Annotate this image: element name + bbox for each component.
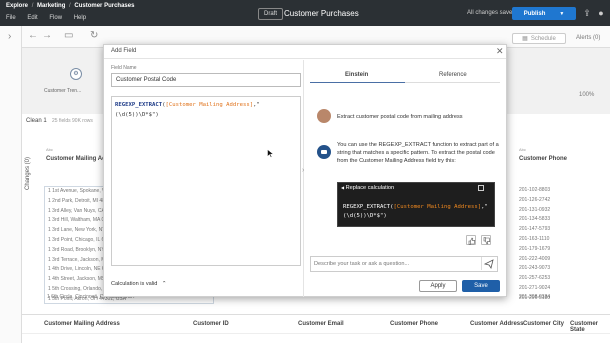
mouse-cursor-icon (267, 149, 274, 158)
menu-bar: File Edit Flow Help (6, 15, 96, 21)
user-avatar-icon[interactable]: ● (596, 8, 606, 18)
collapse-panel-icon[interactable]: › (302, 167, 304, 174)
list-item[interactable]: 201-131-0932 (517, 206, 567, 216)
breadcrumb-marketing[interactable]: Marketing (37, 3, 65, 9)
flow-pane-icon[interactable]: ▭ (64, 30, 73, 41)
user-avatar (317, 109, 331, 123)
grid-column-header[interactable]: Customer Address (470, 321, 523, 327)
column-type-hint: Abc (519, 147, 526, 152)
breadcrumb-current[interactable]: Customer Purchases (74, 3, 134, 9)
list-item[interactable]: 201-243-9073 (517, 264, 567, 274)
share-icon[interactable]: ⇪ (582, 8, 592, 18)
profile-column-header-phone[interactable]: Customer Phone (519, 156, 567, 162)
breadcrumb-separator: / (69, 3, 71, 9)
list-item[interactable]: 201-271-9024 (517, 284, 567, 294)
menu-file[interactable]: File (6, 15, 16, 21)
chevron-down-icon[interactable]: ▼ (559, 11, 564, 17)
left-rail (0, 26, 22, 343)
einstein-bot-icon (317, 145, 331, 159)
assistant-message: You can use the REGEXP_EXTRACT function … (337, 142, 499, 164)
suggested-formula[interactable]: REGEXP_EXTRACT([Customer Mailing Address… (343, 203, 493, 221)
save-status: All changes saved (467, 10, 516, 16)
formula-field-reference: [Customer Mailing Address] (165, 102, 254, 108)
save-button[interactable]: Save (462, 280, 500, 292)
dialog-title: Add Field (111, 48, 137, 54)
replace-calculation-label: Replace calculation (345, 185, 395, 191)
field-name-input[interactable]: Customer Postal Code (111, 73, 301, 87)
grid-column-header[interactable]: Customer State (570, 321, 610, 333)
list-item[interactable]: 201-126-2742 (517, 196, 567, 206)
schedule-button[interactable]: ▦ Schedule (512, 33, 566, 44)
list-item[interactable]: 201-134-5833 (517, 215, 567, 225)
play-icon: ◀ (341, 185, 345, 190)
formula-function: REGEXP_EXTRACT (115, 102, 163, 108)
grid-column-header[interactable]: Customer Phone (390, 321, 438, 327)
send-icon[interactable] (481, 257, 495, 270)
menu-flow[interactable]: Flow (49, 15, 62, 21)
list-item[interactable]: 201-308-0334 (519, 294, 550, 300)
zoom-level[interactable]: 100% (579, 92, 594, 98)
column-type-hint: Abc (46, 147, 53, 152)
back-arrow-icon[interactable]: ← (28, 30, 38, 41)
breadcrumb-explore[interactable]: Explore (6, 3, 28, 9)
grid-column-header[interactable]: Customer Mailing Address (44, 321, 120, 327)
dialog-divider (104, 58, 506, 59)
grid-column-header[interactable]: Customer City (523, 321, 564, 327)
grid-column-header[interactable]: Customer ID (193, 321, 229, 327)
suggested-field-reference: [Customer Mailing Address] (393, 204, 482, 210)
validation-label: Calculation is valid (111, 281, 158, 287)
input-node-label: Customer Tren... (44, 88, 82, 94)
list-item[interactable]: 201-147-5793 (517, 225, 567, 235)
publish-button[interactable]: Publish ▼ (512, 7, 576, 20)
copy-icon[interactable] (478, 185, 484, 191)
chevron-up-icon[interactable]: ⌃ (162, 281, 167, 287)
input-node-icon[interactable]: ⚙ (70, 68, 82, 80)
close-icon[interactable]: ✕ (496, 46, 504, 56)
field-name-label: Field Name (111, 65, 137, 71)
list-item[interactable]: 201-222-4009 (517, 255, 567, 265)
panel-divider (303, 60, 304, 297)
menu-edit[interactable]: Edit (27, 15, 37, 21)
apply-button[interactable]: Apply (419, 280, 457, 292)
phone-value-list[interactable]: 201-102-8803 201-126-2742 201-131-0932 2… (517, 186, 567, 304)
prompt-placeholder: Describe your task or ask a question... (314, 261, 410, 267)
refresh-icon[interactable]: ↻ (90, 30, 98, 41)
calculation-editor[interactable] (111, 96, 301, 266)
publish-label: Publish (523, 10, 546, 17)
list-item[interactable]: 201-257-6253 (517, 274, 567, 284)
breadcrumb-separator: / (31, 3, 34, 9)
forward-arrow-icon[interactable]: → (42, 30, 52, 41)
collapse-icon[interactable]: › (8, 31, 11, 42)
thumbs-up-icon[interactable] (466, 235, 476, 245)
menu-help[interactable]: Help (74, 15, 86, 21)
thumbs-down-icon[interactable] (481, 235, 491, 245)
user-message: Extract customer postal code from mailin… (337, 114, 463, 120)
calendar-icon: ▦ (522, 36, 528, 42)
suggested-function: REGEXP_EXTRACT( (343, 204, 394, 210)
draft-badge: Draft (258, 8, 284, 20)
list-item[interactable]: 201-102-8803 (517, 186, 567, 196)
active-tab-indicator (310, 82, 405, 83)
replace-calculation-button[interactable]: ◀ Replace calculation (341, 185, 394, 191)
breadcrumb: Explore / Marketing / Customer Purchases (6, 3, 134, 9)
step-meta: 25 fields 90K rows (52, 118, 93, 124)
alerts-link[interactable]: Alerts (0) (576, 35, 600, 41)
tab-reference[interactable]: Reference (439, 72, 467, 78)
list-item[interactable]: 201-163-1110 (517, 235, 567, 245)
flow-title[interactable]: Customer Purchases (284, 9, 359, 18)
validation-status[interactable]: Calculation is valid ⌃ (111, 281, 167, 287)
list-item[interactable]: 201-179-1679 (517, 245, 567, 255)
tab-einstein[interactable]: Einstein (345, 72, 368, 78)
assistant-tabs (310, 69, 500, 83)
step-name: Clean 1 (26, 118, 47, 124)
grid-column-header[interactable]: Customer Email (298, 321, 344, 327)
changes-tab[interactable]: Changes (0) (25, 157, 31, 190)
schedule-label: Schedule (530, 35, 556, 42)
calculation-formula[interactable]: REGEXP_EXTRACT([Customer Mailing Address… (115, 100, 299, 120)
